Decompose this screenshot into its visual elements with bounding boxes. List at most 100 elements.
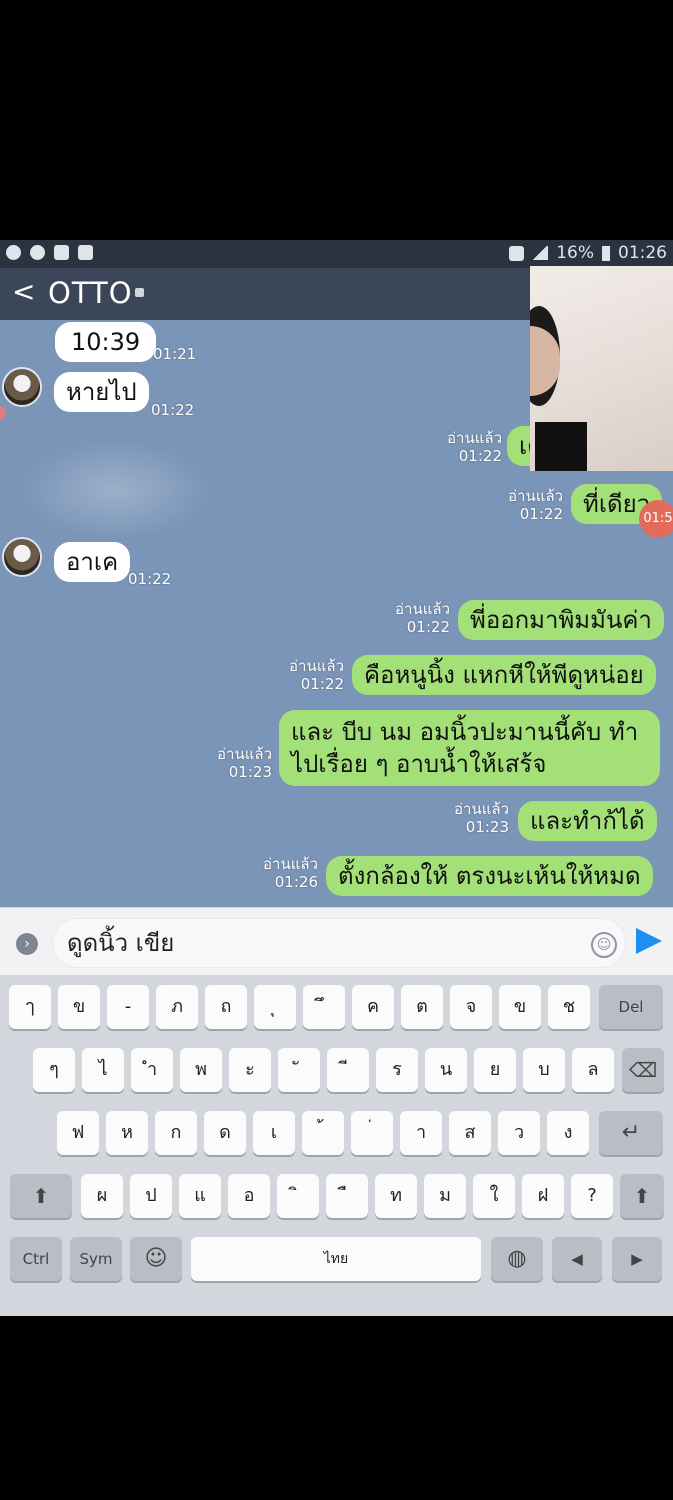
key[interactable]: ป — [130, 1174, 172, 1218]
key[interactable]: ผ — [81, 1174, 123, 1218]
key[interactable]: ถ — [205, 985, 247, 1029]
key[interactable]: ย — [474, 1048, 516, 1092]
key[interactable]: า — [400, 1111, 442, 1155]
key[interactable]: ก — [155, 1111, 197, 1155]
delete-key[interactable]: Del — [599, 985, 663, 1029]
read-label: อ่านแล้ว — [508, 487, 563, 505]
key[interactable]: ? — [571, 1174, 613, 1218]
background-cloud — [20, 440, 210, 540]
key[interactable]: - — [107, 985, 149, 1029]
unread-indicator — [0, 406, 6, 420]
key[interactable]: จ — [450, 985, 492, 1029]
key[interactable]: ุ — [254, 985, 296, 1029]
key[interactable]: ว — [498, 1111, 540, 1155]
key[interactable]: ๆ — [33, 1048, 75, 1092]
key[interactable]: ค — [352, 985, 394, 1029]
key[interactable]: ใ — [473, 1174, 515, 1218]
outgoing-message[interactable]: คือหนูนิ้ง แหกหีให้พีดูหน่อย — [352, 655, 656, 695]
battery-icon — [602, 245, 610, 261]
outgoing-message[interactable]: และ บีบ นม อมนิ้วปะมานนี้คับ ทำ ไปเรื่อย… — [279, 710, 660, 786]
sender-avatar[interactable] — [2, 367, 42, 407]
read-label: อ่านแล้ว — [395, 600, 450, 618]
send-icon[interactable] — [636, 928, 662, 954]
key[interactable]: เ — [253, 1111, 295, 1155]
key[interactable]: ฝ — [522, 1174, 564, 1218]
key[interactable]: ฟ — [57, 1111, 99, 1155]
message-line: และ บีบ นม อมนิ้วปะมานนี้คับ ทำ — [291, 718, 639, 746]
key[interactable]: ข — [499, 985, 541, 1029]
cursor-left-icon[interactable]: ◀ — [552, 1237, 602, 1281]
key[interactable]: บ — [523, 1048, 565, 1092]
key[interactable]: ภ — [156, 985, 198, 1029]
key[interactable]: ๅ — [9, 985, 51, 1029]
read-receipt: อ่านแล้ว 01:22 — [440, 429, 502, 465]
outgoing-message[interactable]: พี่ออกมาพิมมันค่า — [458, 600, 664, 640]
key[interactable]: ท — [375, 1174, 417, 1218]
message-time: 01:22 — [300, 675, 344, 693]
key[interactable]: ิ — [277, 1174, 319, 1218]
space-bar[interactable]: ไทย — [191, 1237, 481, 1281]
sym-key[interactable]: Sym — [70, 1237, 122, 1281]
globe-icon[interactable]: ◍ — [491, 1237, 543, 1281]
key[interactable]: แ — [179, 1174, 221, 1218]
key[interactable]: ึ — [303, 985, 345, 1029]
chat-title[interactable]: OTTO — [48, 276, 133, 310]
read-receipt: อ่านแล้ว 01:23 — [210, 745, 272, 781]
language-label: ไทย — [323, 1251, 349, 1267]
phone-notification-icon — [78, 245, 93, 260]
message-time: 01:22 — [458, 447, 502, 465]
key[interactable]: ั — [278, 1048, 320, 1092]
emoji-key-icon[interactable]: ☺ — [130, 1237, 182, 1281]
key[interactable]: ช — [548, 985, 590, 1029]
key[interactable]: ม — [424, 1174, 466, 1218]
incoming-message[interactable]: 10:39 — [55, 322, 157, 362]
lock-icon — [135, 288, 144, 297]
incoming-message[interactable]: หายไป — [54, 372, 149, 412]
read-receipt: อ่านแล้ว 01:22 — [282, 657, 344, 693]
key[interactable]: ้ — [302, 1111, 344, 1155]
video-timer-badge[interactable]: 01:5 — [639, 500, 673, 538]
key[interactable]: ด — [204, 1111, 246, 1155]
key[interactable]: ข — [58, 985, 100, 1029]
key[interactable]: ไ — [82, 1048, 124, 1092]
key[interactable]: ำ — [131, 1048, 173, 1092]
cursor-right-icon[interactable]: ▶ — [612, 1237, 662, 1281]
message-time: 01:22 — [406, 618, 450, 636]
expand-icon[interactable]: › — [16, 933, 38, 955]
shift-icon[interactable]: ⬆ — [620, 1174, 664, 1218]
sender-avatar[interactable] — [2, 537, 42, 577]
keyboard: ๅ ข - ภ ถ ุ ึ ค ต จ ข ช Del ๆ ไ ำ พ ะ ั … — [0, 975, 673, 1316]
message-line: ไปเรื่อย ๆ อาบน้ำให้เสร้จ — [291, 750, 547, 778]
shift-icon[interactable]: ⬆ — [10, 1174, 72, 1218]
key[interactable]: พ — [180, 1048, 222, 1092]
key[interactable]: ะ — [229, 1048, 271, 1092]
message-input-bar: › ดูดนิ้ว เขีย ☺ — [0, 907, 673, 975]
key[interactable]: ร — [376, 1048, 418, 1092]
read-label: อ่านแล้ว — [454, 800, 509, 818]
clock: 01:26 — [618, 243, 667, 263]
key[interactable]: ื — [326, 1174, 368, 1218]
ctrl-key[interactable]: Ctrl — [10, 1237, 62, 1281]
backspace-icon[interactable]: ⌫ — [622, 1048, 664, 1092]
back-button[interactable]: < — [12, 276, 35, 308]
outgoing-message[interactable]: ตั้งกล้องให้ ตรงนะเห้นให้หมด — [326, 856, 653, 896]
key[interactable]: ล — [572, 1048, 614, 1092]
message-time: 01:23 — [465, 818, 509, 836]
message-input[interactable]: ดูดนิ้ว เขีย — [52, 918, 626, 968]
key[interactable]: อ — [228, 1174, 270, 1218]
video-call-preview[interactable] — [530, 266, 673, 471]
key[interactable]: น — [425, 1048, 467, 1092]
key[interactable]: ง — [547, 1111, 589, 1155]
incoming-message[interactable]: อาเค — [54, 542, 131, 582]
emoji-icon[interactable]: ☺ — [591, 932, 617, 958]
outgoing-message[interactable]: และทำก้ได้ — [518, 801, 657, 841]
enter-icon[interactable]: ↵ — [599, 1111, 663, 1155]
message-time: 01:22 — [519, 505, 563, 523]
key[interactable]: ต — [401, 985, 443, 1029]
key[interactable]: ่ — [351, 1111, 393, 1155]
key[interactable]: ส — [449, 1111, 491, 1155]
key[interactable]: ี — [327, 1048, 369, 1092]
message-time: 01:22 — [128, 570, 172, 588]
key[interactable]: ห — [106, 1111, 148, 1155]
read-receipt: อ่านแล้ว 01:26 — [256, 855, 318, 891]
